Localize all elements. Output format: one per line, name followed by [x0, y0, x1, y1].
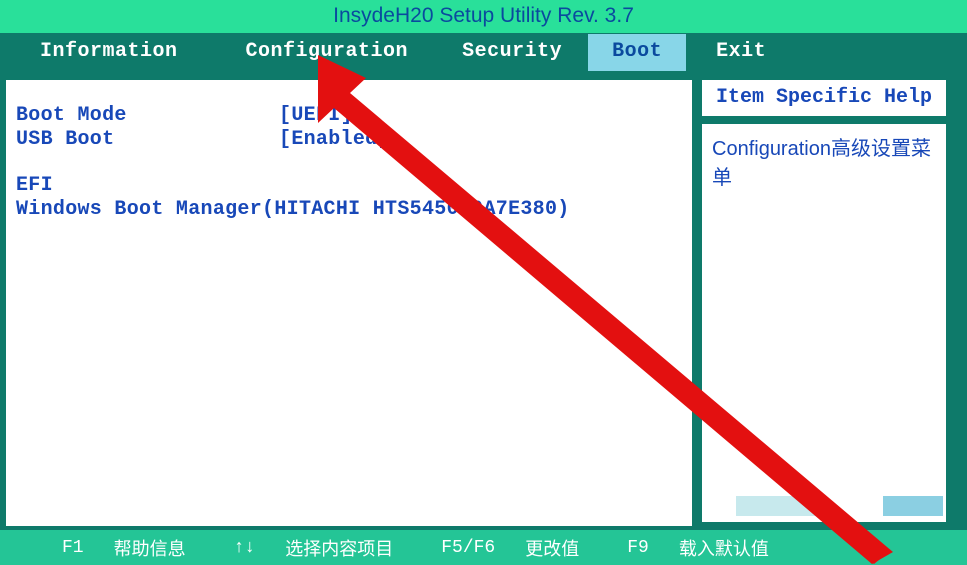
key-f5f6: F5/F6 — [441, 538, 495, 558]
smudge — [736, 496, 826, 516]
label-f1: 帮助信息 — [114, 535, 186, 561]
tab-security[interactable]: Security — [436, 34, 588, 71]
main-panel: Boot Mode UEFI USB Boot Enabled EFI Wind… — [4, 78, 694, 528]
boot-entry[interactable]: Windows Boot Manager(HITACHI HTS545050A7… — [16, 198, 682, 222]
setting-label: Boot Mode — [16, 104, 279, 128]
tab-information[interactable]: Information — [0, 34, 218, 71]
label-f9: 载入默认值 — [679, 535, 769, 561]
tab-exit[interactable]: Exit — [686, 34, 796, 71]
tab-boot[interactable]: Boot — [588, 34, 686, 71]
footer-keys: F1 帮助信息 ↑↓ 选择内容项目 F5/F6 更改值 F9 载入默认值 — [0, 530, 967, 565]
bios-title: InsydeH20 Setup Utility Rev. 3.7 — [0, 0, 967, 33]
efi-heading: EFI — [16, 174, 682, 198]
help-text: Configuration高级设置菜单 — [712, 138, 931, 189]
setting-value: UEFI — [279, 104, 353, 128]
key-f1: F1 — [62, 538, 84, 558]
bios-body: Boot Mode UEFI USB Boot Enabled EFI Wind… — [0, 74, 967, 530]
setting-value: Enabled — [279, 128, 390, 152]
smudge — [883, 496, 943, 516]
setting-usb-boot[interactable]: USB Boot Enabled — [16, 128, 682, 152]
label-arrows: 选择内容项目 — [285, 535, 393, 561]
help-column: Item Specific Help Configuration高级设置菜单 — [700, 78, 948, 528]
help-body: Configuration高级设置菜单 — [700, 122, 948, 524]
help-header: Item Specific Help — [700, 78, 948, 118]
tab-configuration[interactable]: Configuration — [218, 34, 437, 71]
setting-label: USB Boot — [16, 128, 279, 152]
key-arrows: ↑↓ — [234, 538, 256, 558]
key-f9: F9 — [627, 538, 649, 558]
setting-boot-mode[interactable]: Boot Mode UEFI — [16, 104, 682, 128]
bios-menubar: Information Configuration Security Boot … — [0, 33, 967, 74]
label-f5f6: 更改值 — [525, 535, 579, 561]
